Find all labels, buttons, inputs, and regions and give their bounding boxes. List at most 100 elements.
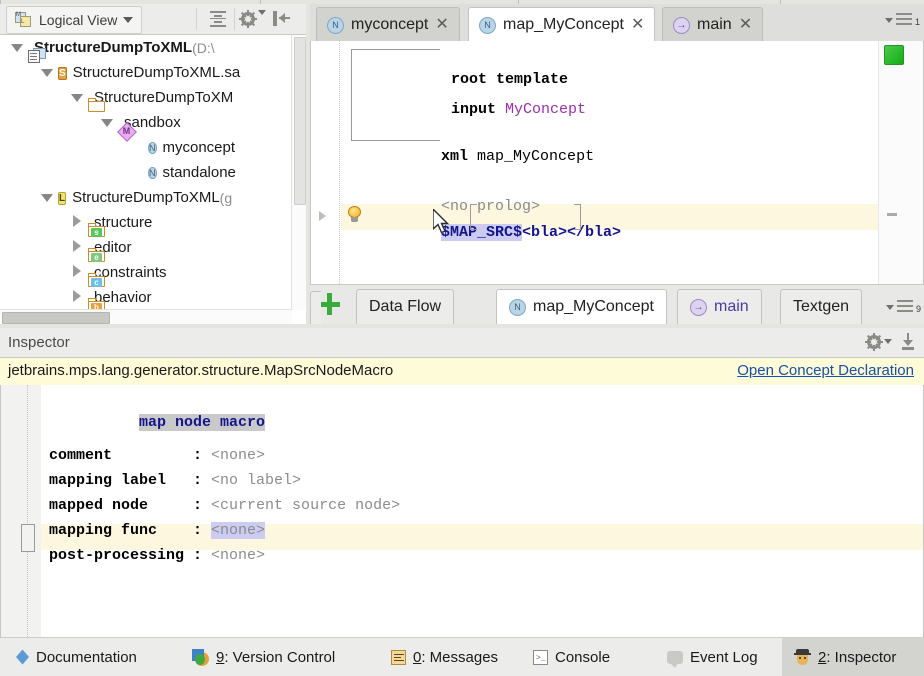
inspector-property-separator: : [193,547,211,564]
settings-gear-icon[interactable] [240,9,260,29]
tree-node-label: StructureDumpToXML [72,189,220,206]
tree-node-structuredumptoxml[interactable]: StructureDumpToXML (D:\ [0,35,292,60]
tree-node-standalone[interactable]: Nstandalone [0,160,292,185]
tab-overflow-count: 1 [915,17,920,27]
logical-view-label: Logical View [39,12,117,28]
inspector-property-row[interactable]: mapping func : <none> [49,522,265,539]
inspector-tool-window: Inspector jetbrains.mps.lang.generator.s… [0,328,924,638]
status-version-control[interactable]: 9: Version Control [180,638,347,676]
tree-twisty-down-icon[interactable] [96,115,118,130]
inspector-property-value[interactable]: <none> [211,522,265,539]
collapse-all-icon[interactable] [208,9,228,29]
version-control-icon [192,649,209,666]
tree-vertical-scrollbar[interactable] [291,35,306,310]
close-icon[interactable]: ✕ [739,17,752,33]
tree-node-behavior[interactable]: bbehavior [0,285,292,310]
inspector-property-value[interactable]: <no label> [211,472,301,489]
logical-view-selector[interactable]: M L Logical View [6,6,142,34]
status-messages[interactable]: 0: Messages [379,638,510,676]
bottom-tab-main[interactable]: → main [677,289,762,324]
status-inspector[interactable]: 2: Inspector [782,638,924,676]
status-documentation[interactable]: Documentation [4,638,149,676]
code-keyword-input: input [451,101,496,118]
chevron-down-icon [885,18,893,23]
project-tree[interactable]: StructureDumpToXML (D:\SStructureDumpToX… [0,35,306,324]
inspector-property-separator: : [193,447,211,464]
tree-node-structuredumptoxm[interactable]: StructureDumpToXM [0,85,292,110]
inspector-property-row[interactable]: post-processing : <none> [49,547,265,564]
status-event-log[interactable]: Event Log [655,638,770,676]
left-panel-toolbar: M L Logical View [0,4,306,35]
code-editor[interactable]: root template input MyConcept xml map_My… [310,41,924,285]
tree-node-suffix: (g [220,190,232,206]
mps-logical-view-icon: M L [15,12,33,28]
bottom-tab-label: Textgen [793,298,849,316]
editor-area: N myconcept ✕ N map_MyConcept ✕ → main ✕… [310,4,924,324]
inspector-property-value[interactable]: <none> [211,447,265,464]
inspector-property-row[interactable]: mapping label : <no label> [49,472,301,489]
editor-tab-map-myconcept[interactable]: N map_MyConcept ✕ [468,7,655,42]
tree-node-structuredumptoxml-sa[interactable]: SStructureDumpToXML.sa [0,60,292,85]
close-icon[interactable]: ✕ [631,17,644,33]
code-content[interactable]: root template input MyConcept xml map_My… [341,41,879,284]
bottom-tab-data-flow[interactable]: Data Flow [356,289,454,324]
tree-node-sandbox[interactable]: Msandbox [0,110,292,135]
bottom-tab-label: map_MyConcept [533,298,654,316]
tree-twisty-right-icon[interactable] [66,265,88,280]
tree-twisty-down-icon[interactable] [36,65,58,80]
tree-node-constraints[interactable]: cconstraints [0,260,292,285]
code-map-src-macro[interactable]: $MAP_SRC$ [441,224,522,241]
macro-bracket-right [574,204,581,230]
tree-twisty-down-icon[interactable] [6,40,28,55]
code-tag-open[interactable]: <bla> [522,224,567,241]
bottom-tab-map-myconcept[interactable]: N map_MyConcept [496,289,667,324]
editor-tab-myconcept[interactable]: N myconcept ✕ [316,7,460,42]
tree-twisty-down-icon[interactable] [36,190,58,205]
documentation-icon [16,650,29,665]
editor-gutter[interactable] [311,41,341,284]
hide-panel-icon[interactable] [272,9,292,29]
editor-tab-overflow[interactable]: 1 [885,13,920,27]
hide-panel-icon[interactable] [900,333,916,350]
node-icon: N [509,299,526,316]
editor-marker-gutter[interactable] [878,41,909,284]
close-icon[interactable]: ✕ [435,17,448,33]
inspector-properties[interactable]: map node macro comment : <none>mapping l… [41,385,923,637]
inspector-property-key: post-processing [49,547,193,564]
generator-icon: → [673,17,690,34]
status-bar: Documentation 9: Version Control 0: Mess… [0,637,924,676]
tree-node-structure[interactable]: sstructure [0,210,292,235]
tree-twisty-right-icon[interactable] [66,240,88,255]
inspector-property-value[interactable]: <none> [211,547,265,564]
editor-tab-main[interactable]: → main ✕ [662,7,763,42]
inspector-property-row[interactable]: comment : <none> [49,447,265,464]
editor-vertical-scrollbar[interactable] [909,41,923,284]
inspector-body[interactable]: map node macro comment : <none>mapping l… [0,385,924,638]
tree-node-myconcept[interactable]: Nmyconcept [0,135,292,160]
fold-triangle-icon[interactable] [319,211,326,221]
bottom-tab-textgen[interactable]: Textgen [780,289,862,324]
settings-gear-icon[interactable] [866,334,892,350]
inspector-property-separator: : [193,522,211,539]
intention-bulb-icon[interactable] [347,206,362,223]
analysis-ok-marker[interactable] [884,45,904,65]
open-concept-declaration-link[interactable]: Open Concept Declaration [737,362,914,379]
status-label: Documentation [36,649,137,666]
inspector-property-key: comment [49,447,193,464]
inspector-property-value[interactable]: <current source node> [211,497,400,514]
tree-twisty-right-icon[interactable] [66,290,88,305]
tree-node-editor[interactable]: eeditor [0,235,292,260]
bottom-tab-label: main [714,298,749,316]
bottom-overflow-count: 9 [916,304,921,314]
tree-horizontal-scrollbar[interactable] [0,309,292,324]
plus-icon[interactable] [318,293,340,315]
inspector-icon [794,649,811,665]
status-console[interactable]: >_ Console [521,638,622,676]
tree-twisty-right-icon[interactable] [66,215,88,230]
bottom-tab-overflow[interactable]: 9 [886,300,921,314]
status-label: : Version Control [224,649,335,666]
inspector-property-row[interactable]: mapped node : <current source node> [49,497,400,514]
tree-twisty-down-icon[interactable] [66,90,88,105]
tree-node-structuredumptoxml[interactable]: LStructureDumpToXML (g [0,185,292,210]
node-icon: N [148,139,157,156]
